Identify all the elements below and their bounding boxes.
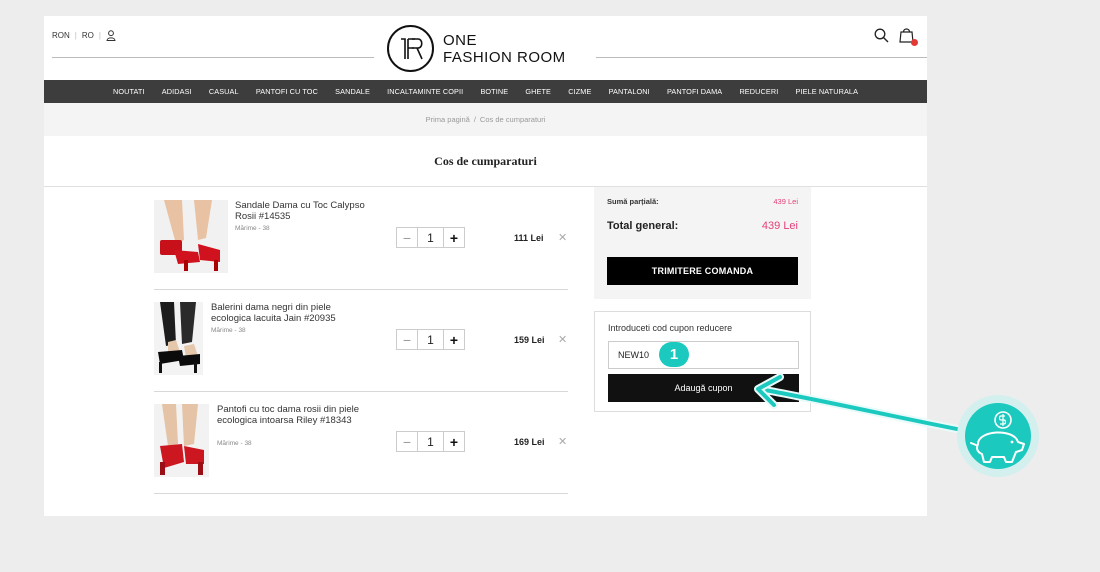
page-container: RON | RO | ONE FASHION ROOM NOUTATI ADID… bbox=[44, 16, 927, 516]
logo-mark bbox=[387, 25, 434, 72]
piggy-bank-icon bbox=[957, 395, 1039, 477]
nav-item-sandale[interactable]: SANDALE bbox=[327, 87, 379, 96]
logo-monogram-icon bbox=[400, 37, 423, 59]
item-price: 111 Lei bbox=[514, 233, 544, 243]
nav-item-pantofi-dama[interactable]: PANTOFI DAMA bbox=[658, 87, 730, 96]
remove-item-icon[interactable]: ✕ bbox=[558, 435, 567, 448]
logo-line-1: ONE bbox=[443, 31, 478, 49]
product-name[interactable]: Balerini dama negri din piele ecologica … bbox=[211, 302, 361, 324]
coupon-code-input[interactable]: NEW10 bbox=[608, 341, 799, 369]
coupon-panel: Introduceti cod cupon reducere NEW10 Ada… bbox=[594, 311, 811, 412]
quantity-value[interactable]: 1 bbox=[418, 228, 443, 247]
language-selector[interactable]: RO bbox=[82, 31, 94, 40]
quantity-value[interactable]: 1 bbox=[418, 330, 443, 349]
product-image[interactable] bbox=[154, 404, 209, 477]
item-price: 159 Lei bbox=[514, 335, 545, 345]
decrease-quantity-button[interactable]: − bbox=[397, 432, 418, 451]
nav-item-reduceri[interactable]: REDUCERI bbox=[731, 87, 787, 96]
nav-item-incaltaminte-copii[interactable]: INCALTAMINTE COPII bbox=[379, 87, 472, 96]
locale-divider: | bbox=[74, 31, 77, 40]
apply-coupon-button[interactable]: Adaugă cupon bbox=[608, 374, 799, 402]
nav-item-botine[interactable]: BOTINE bbox=[472, 87, 517, 96]
locale-selector: RON | RO | bbox=[52, 30, 116, 41]
total-row: Total general: 439 Lei bbox=[607, 220, 798, 232]
search-icon[interactable] bbox=[874, 28, 889, 43]
nav-item-pantofi-cu-toc[interactable]: PANTOFI CU TOC bbox=[247, 87, 326, 96]
step-number-badge: 1 bbox=[659, 342, 689, 367]
header-actions bbox=[874, 27, 918, 46]
decrease-quantity-button[interactable]: − bbox=[397, 330, 418, 349]
order-summary: Sumă parțială: 439 Lei Total general: 43… bbox=[594, 187, 811, 299]
quantity-value[interactable]: 1 bbox=[418, 432, 443, 451]
product-name[interactable]: Pantofi cu toc dama rosii din piele ecol… bbox=[217, 404, 367, 426]
page-title: Cos de cumparaturi bbox=[434, 154, 537, 168]
main-nav: NOUTATI ADIDASI CASUAL PANTOFI CU TOC SANDAL… bbox=[44, 80, 927, 103]
coupon-title: Introduceti cod cupon reducere bbox=[608, 323, 733, 333]
product-image[interactable] bbox=[154, 302, 203, 375]
logo-line-2: FASHION ROOM bbox=[443, 48, 566, 66]
currency-selector[interactable]: RON bbox=[52, 31, 70, 40]
item-price: 169 Lei bbox=[514, 437, 545, 447]
cart-button[interactable] bbox=[899, 27, 918, 46]
product-size: Mărime - 38 bbox=[211, 327, 246, 334]
locale-divider: | bbox=[98, 31, 101, 40]
header: RON | RO | ONE FASHION ROOM bbox=[44, 16, 927, 80]
nav-item-casual[interactable]: CASUAL bbox=[200, 87, 247, 96]
brand-logo[interactable]: ONE FASHION ROOM bbox=[387, 25, 566, 72]
product-name[interactable]: Sandale Dama cu Toc Calypso Rosii #14535 bbox=[235, 200, 385, 222]
user-icon[interactable] bbox=[106, 30, 116, 41]
logo-wordmark: ONE FASHION ROOM bbox=[443, 32, 566, 66]
total-label: Total general: bbox=[607, 220, 679, 232]
breadcrumb-separator: / bbox=[473, 115, 476, 124]
increase-quantity-button[interactable]: + bbox=[443, 228, 464, 247]
nav-item-noutati[interactable]: NOUTATI bbox=[104, 87, 153, 96]
increase-quantity-button[interactable]: + bbox=[443, 330, 464, 349]
product-image[interactable] bbox=[154, 200, 228, 273]
subtotal-value: 439 Lei bbox=[773, 197, 798, 206]
nav-item-piele-naturala[interactable]: PIELE NATURALA bbox=[787, 87, 867, 96]
cart-count-badge bbox=[911, 39, 918, 46]
cart-item: Sandale Dama cu Toc Calypso Rosii #14535… bbox=[154, 188, 568, 290]
total-value: 439 Lei bbox=[761, 220, 798, 232]
product-size: Mărime - 38 bbox=[217, 440, 252, 447]
quantity-stepper: − 1 + bbox=[396, 431, 465, 452]
cart-item: Pantofi cu toc dama rosii din piele ecol… bbox=[154, 392, 568, 494]
subtotal-row: Sumă parțială: 439 Lei bbox=[607, 197, 798, 206]
nav-item-cizme[interactable]: CIZME bbox=[560, 87, 600, 96]
header-divider-right bbox=[596, 57, 927, 58]
header-divider-left bbox=[52, 57, 374, 58]
quantity-stepper: − 1 + bbox=[396, 329, 465, 350]
quantity-stepper: − 1 + bbox=[396, 227, 465, 248]
product-size: Mărime - 38 bbox=[235, 225, 270, 232]
nav-item-adidasi[interactable]: ADIDASI bbox=[153, 87, 200, 96]
subtotal-label: Sumă parțială: bbox=[607, 197, 659, 206]
remove-item-icon[interactable]: ✕ bbox=[558, 231, 567, 244]
nav-item-pantaloni[interactable]: PANTALONI bbox=[600, 87, 658, 96]
decrease-quantity-button[interactable]: − bbox=[397, 228, 418, 247]
nav-item-ghete[interactable]: GHETE bbox=[517, 87, 560, 96]
breadcrumb: Prima pagină / Cos de cumparaturi bbox=[44, 103, 927, 136]
breadcrumb-current: Cos de cumparaturi bbox=[479, 115, 546, 124]
increase-quantity-button[interactable]: + bbox=[443, 432, 464, 451]
remove-item-icon[interactable]: ✕ bbox=[558, 333, 567, 346]
checkout-button[interactable]: TRIMITERE COMANDA bbox=[607, 257, 798, 285]
breadcrumb-home[interactable]: Prima pagină bbox=[426, 115, 470, 124]
cart-item: Balerini dama negri din piele ecologica … bbox=[154, 290, 568, 392]
